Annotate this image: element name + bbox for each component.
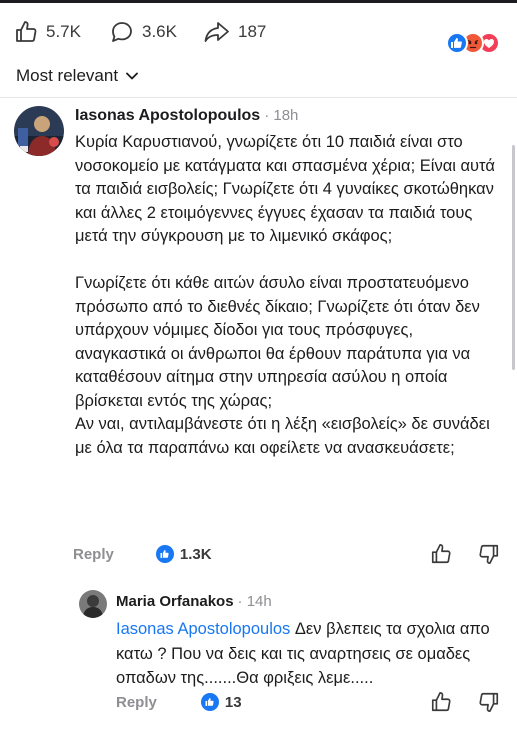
like-stat[interactable]: 5.7K [14,20,81,44]
comment-author[interactable]: Iasonas Apostolopoulos [75,107,260,125]
downvote-icon[interactable] [478,691,500,713]
like-badge-icon [155,545,174,563]
post-stats-bar: 5.7K 3.6K 187 [0,12,517,54]
comment-vote [430,543,500,565]
reply-vote [430,691,500,713]
comment-time: · 18h [264,107,299,124]
reply-author[interactable]: Maria Orfanakos [116,593,234,610]
comment-actions: Reply 1.3K [73,545,212,563]
avatar[interactable] [79,590,107,618]
share-count: 187 [238,22,267,41]
top-border [0,0,517,3]
avatar[interactable] [14,106,64,156]
comment-count: 3.6K [142,22,177,41]
reply-like-count: 13 [224,693,242,711]
reply-time: · 14h [237,593,272,610]
upvote-icon[interactable] [430,543,452,565]
comment-paragraph: Αν ναι, αντιλαμβάνεστε ότι η λέξη «εισβο… [75,415,490,457]
reaction-summary[interactable] [446,32,506,56]
reply-button[interactable]: Reply [116,694,157,711]
reply-header: Maria Orfanakos · 14h [116,593,272,610]
reply-actions: Reply 13 [116,693,242,711]
like-reaction-icon [446,32,468,54]
scrollbar[interactable] [512,145,515,370]
comment-paragraph: Κυρία Καρυστιανού, γνωρίζετε ότι 10 παιδ… [75,133,495,245]
reply-button[interactable]: Reply [73,546,114,563]
downvote-icon[interactable] [478,543,500,565]
comment-stat[interactable]: 3.6K [110,20,177,44]
divider [0,97,517,98]
sort-dropdown[interactable]: Most relevant [16,66,138,86]
comment-body: Κυρία Καρυστιανού, γνωρίζετε ότι 10 παιδ… [75,131,505,460]
comment-bubble-icon [112,22,132,42]
share-arrow-icon [204,22,229,42]
reply-body: Iasonas Apostolopoulos Δεν βλεπεις τα σχ… [116,617,506,691]
comment-paragraph: Γνωρίζετε ότι κάθε αιτών άσυλο είναι προ… [75,274,480,410]
sort-label: Most relevant [16,66,119,85]
chevron-down-icon [126,72,138,80]
comment-header: Iasonas Apostolopoulos · 18h [75,107,298,125]
like-count: 5.7K [46,22,81,41]
comment-like-count: 1.3K [179,545,212,563]
upvote-icon[interactable] [430,691,452,713]
thumbs-up-icon [16,21,37,42]
mention-link[interactable]: Iasonas Apostolopoulos [116,620,290,638]
share-stat[interactable]: 187 [204,20,266,44]
like-badge-icon [200,693,219,711]
